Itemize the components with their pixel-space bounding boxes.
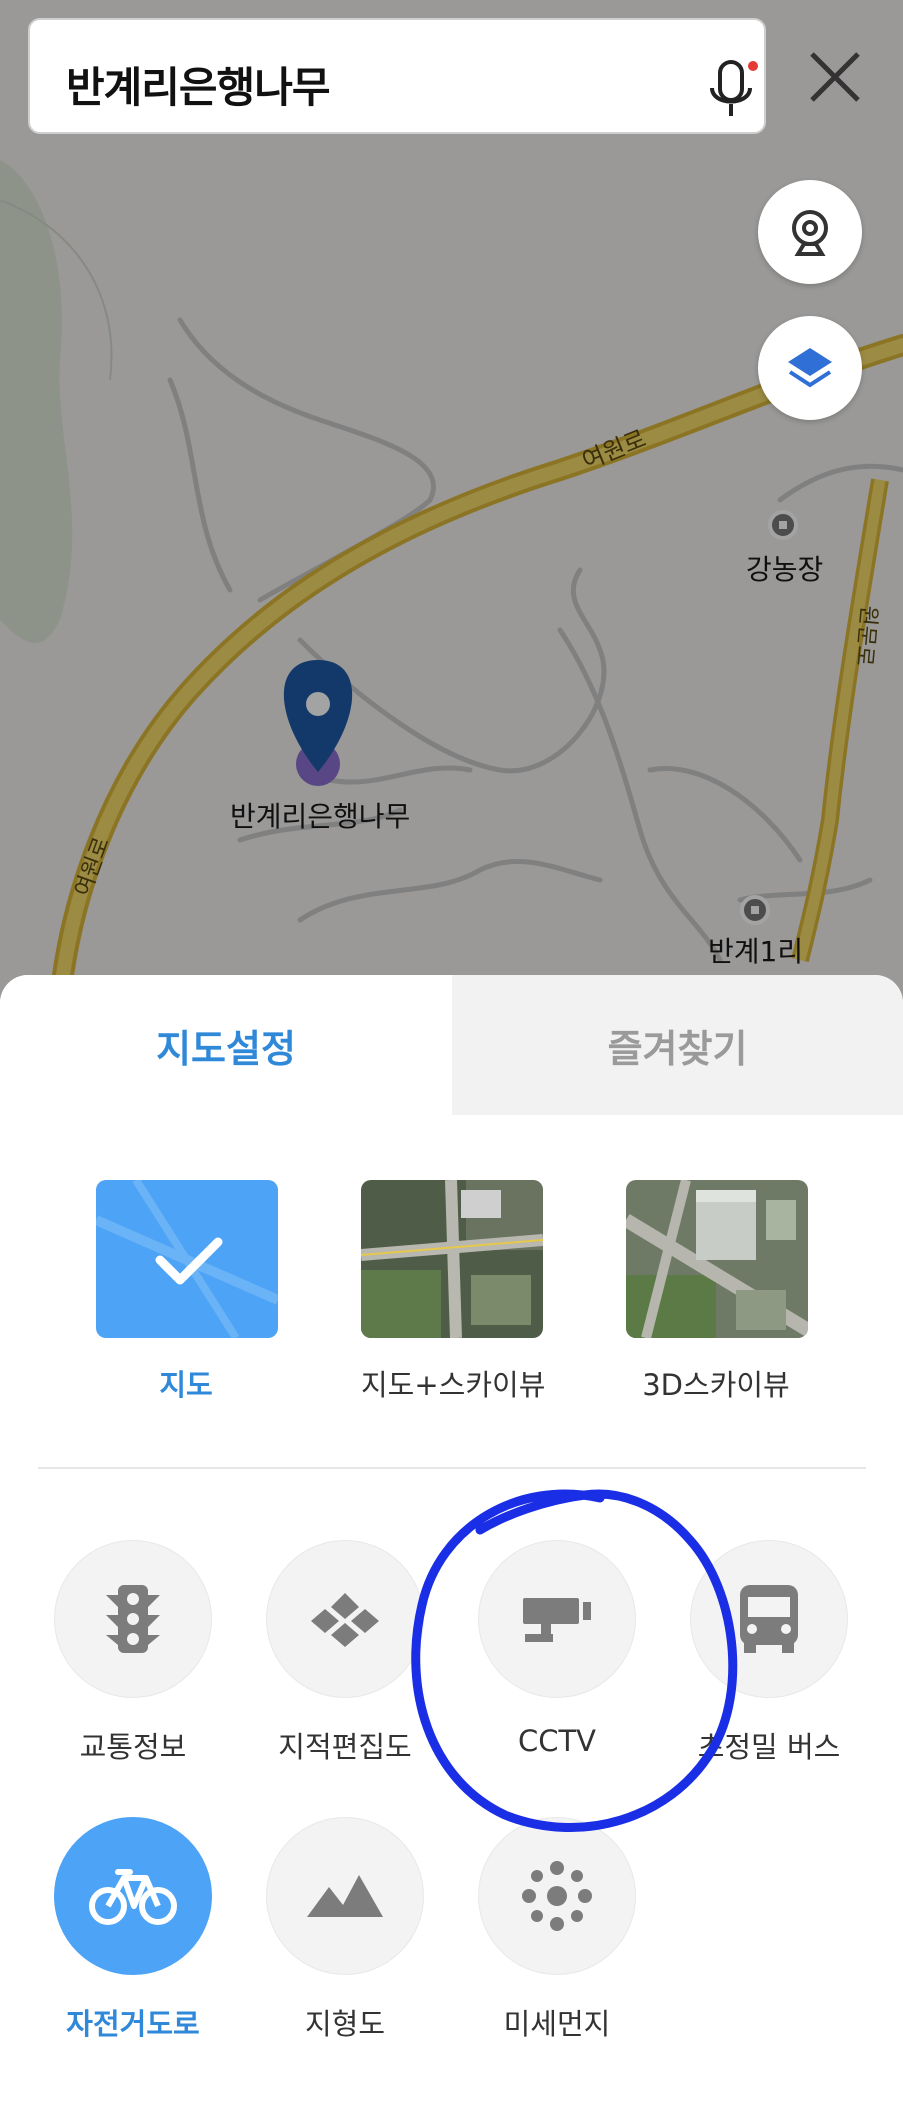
layers-icon xyxy=(788,348,832,388)
layer-bicycle[interactable]: 자전거도로 xyxy=(53,1817,213,2043)
map-thumbnail xyxy=(96,1180,278,1338)
layer-bus[interactable]: 초정밀 버스 xyxy=(689,1540,849,1766)
map-settings-sheet: 지도설정 즐겨찾기 지도 지도+스카이뷰 3D스카이뷰 교통정보 지적편집도 C… xyxy=(0,975,903,2106)
layer-fine-dust[interactable]: 미세먼지 xyxy=(477,1817,637,2043)
close-icon[interactable] xyxy=(798,40,872,114)
divider xyxy=(38,1467,866,1469)
layer-toggle[interactable] xyxy=(266,1540,424,1698)
3d-skyview-thumbnail xyxy=(626,1180,808,1338)
fine-dust-icon xyxy=(522,1861,592,1931)
layer-toggle[interactable] xyxy=(54,1540,212,1698)
layer-label: 미세먼지 xyxy=(503,2007,611,2041)
layer-toggle[interactable] xyxy=(266,1817,424,1975)
cctv-camera-icon xyxy=(523,1598,591,1642)
skyview-thumbnail xyxy=(361,1180,543,1338)
layer-label: 지형도 xyxy=(304,2007,386,2041)
search-bar[interactable]: 반계리은행나무 xyxy=(28,18,766,134)
layer-toggle[interactable] xyxy=(54,1817,212,1975)
layer-traffic[interactable]: 교통정보 xyxy=(53,1540,213,1766)
layer-label: 교통정보 xyxy=(79,1730,187,1764)
layers-button[interactable] xyxy=(758,316,862,420)
layer-toggle[interactable] xyxy=(478,1540,636,1698)
layer-label: 지적편집도 xyxy=(278,1730,412,1764)
layer-cctv[interactable]: CCTV xyxy=(477,1540,637,1758)
bus-icon xyxy=(740,1585,798,1653)
layer-terrain[interactable]: 지형도 xyxy=(265,1817,425,2043)
microphone-icon[interactable] xyxy=(702,58,762,128)
layer-toggle[interactable] xyxy=(690,1540,848,1698)
map-view[interactable]: 여원로 여원로 원문로 반계리은행나무 강농장 반계1리 반계리은행나무 xyxy=(0,0,903,1000)
bicycle-icon xyxy=(89,1869,177,1925)
traffic-light-icon xyxy=(106,1585,160,1653)
maptype-map-skyview[interactable]: 지도+스카이뷰 xyxy=(361,1180,546,1404)
maptype-label: 3D스카이뷰 xyxy=(642,1368,790,1402)
layer-toggle[interactable] xyxy=(478,1817,636,1975)
layer-cadastral[interactable]: 지적편집도 xyxy=(265,1540,425,1766)
cadastral-icon xyxy=(311,1593,379,1647)
dim-overlay xyxy=(0,0,903,1000)
layer-label: 초정밀 버스 xyxy=(697,1730,841,1764)
maptype-map[interactable]: 지도 xyxy=(96,1180,278,1404)
layer-label: 자전거도로 xyxy=(66,2007,200,2041)
layer-label: CCTV xyxy=(517,1724,597,1758)
maptype-label: 지도+스카이뷰 xyxy=(361,1368,546,1402)
maptype-label: 지도 xyxy=(159,1368,213,1402)
cctv-toggle-button[interactable] xyxy=(758,180,862,284)
webcam-icon xyxy=(792,210,828,256)
tab-map-settings[interactable]: 지도설정 xyxy=(0,975,452,1115)
mountain-icon xyxy=(307,1875,383,1917)
search-query[interactable]: 반계리은행나무 xyxy=(66,54,330,115)
tab-favorites[interactable]: 즐겨찾기 xyxy=(452,975,903,1115)
maptype-3d-skyview[interactable]: 3D스카이뷰 xyxy=(626,1180,808,1404)
